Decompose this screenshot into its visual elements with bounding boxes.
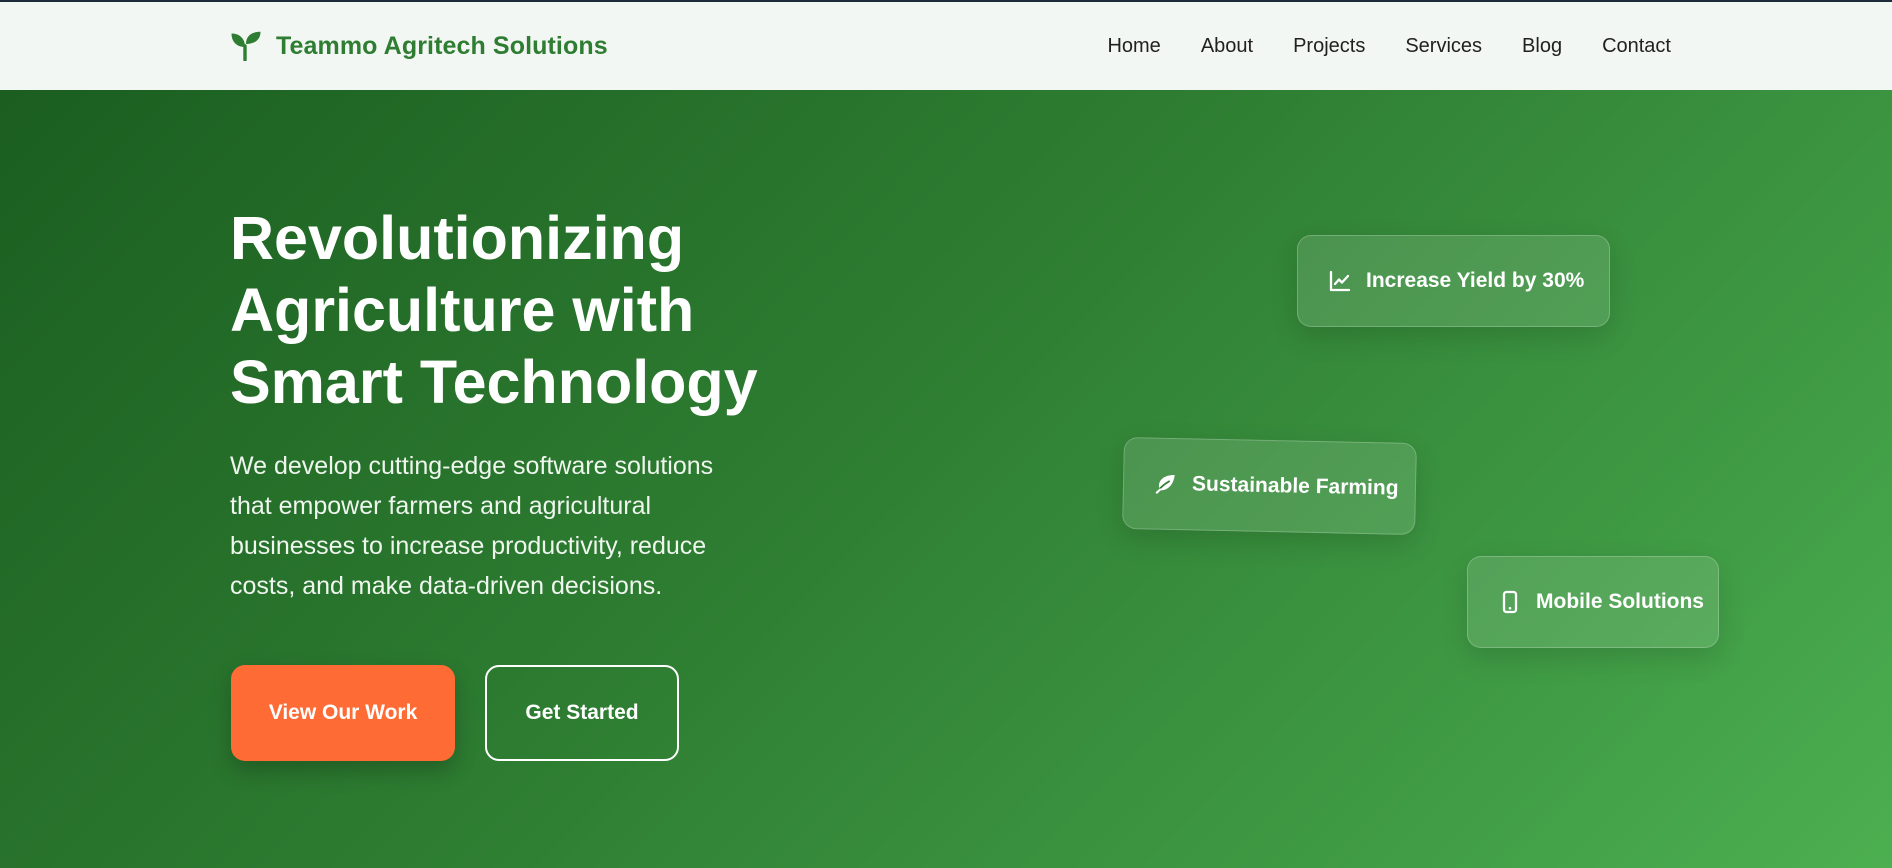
hero-title: Revolutionizing Agriculture with Smart T… <box>230 202 830 418</box>
main-navigation: Home About Projects Services Blog Contac… <box>1107 30 1671 62</box>
feature-card-label: Mobile Solutions <box>1536 590 1704 613</box>
mobile-phone-icon <box>1498 590 1522 614</box>
feature-card-label: Sustainable Farming <box>1191 472 1399 500</box>
feature-card-label: Increase Yield by 30% <box>1366 269 1585 292</box>
feature-card-sustainable: Sustainable Farming <box>1122 436 1417 536</box>
nav-link-blog[interactable]: Blog <box>1522 35 1562 58</box>
hero-section: Revolutionizing Agriculture with Smart T… <box>0 90 1892 868</box>
navbar: Teammo Agritech Solutions Home About Pro… <box>0 2 1892 90</box>
nav-link-services[interactable]: Services <box>1405 35 1482 58</box>
leaf-icon <box>1154 472 1178 496</box>
hero-title-line: Revolutionizing <box>230 204 685 272</box>
hero-description-line: We develop cutting-edge software solutio… <box>230 452 714 480</box>
get-started-button[interactable]: Get Started <box>485 665 679 761</box>
hero-title-line: Smart Technology <box>230 348 758 416</box>
chart-line-icon <box>1328 269 1352 293</box>
nav-link-projects[interactable]: Projects <box>1293 35 1365 58</box>
hero-description-line: businesses to increase productivity, red… <box>230 532 707 560</box>
view-our-work-button[interactable]: View Our Work <box>231 665 455 761</box>
nav-link-about[interactable]: About <box>1201 35 1253 58</box>
nav-link-home[interactable]: Home <box>1107 35 1160 58</box>
hero-description: We develop cutting-edge software solutio… <box>230 446 790 606</box>
seedling-icon <box>230 31 262 61</box>
brand-name: Teammo Agritech Solutions <box>276 31 608 60</box>
nav-link-contact[interactable]: Contact <box>1602 35 1671 58</box>
brand-logo-link[interactable]: Teammo Agritech Solutions <box>230 28 608 64</box>
hero-description-line: costs, and make data-driven decisions. <box>230 572 663 600</box>
feature-card-mobile: Mobile Solutions <box>1467 556 1719 648</box>
feature-card-yield: Increase Yield by 30% <box>1297 235 1610 327</box>
hero-title-line: Agriculture with <box>230 276 695 344</box>
hero-description-line: that empower farmers and agricultural <box>230 492 652 520</box>
